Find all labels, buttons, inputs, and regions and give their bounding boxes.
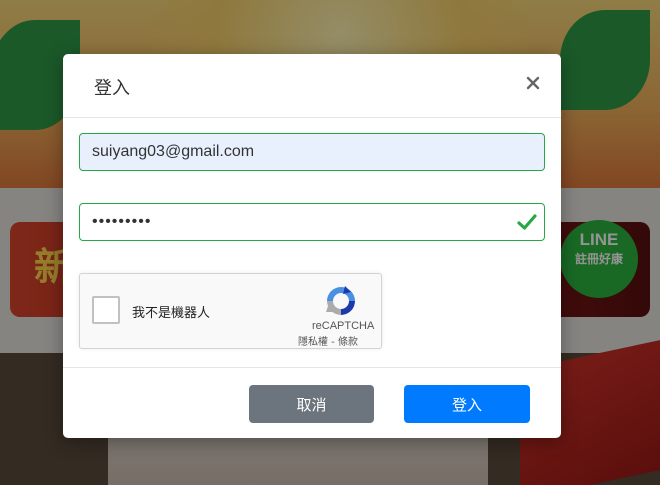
recaptcha-label: 我不是機器人 xyxy=(132,306,211,321)
modal-footer: 取消 登入 xyxy=(63,367,561,438)
password-field[interactable] xyxy=(79,203,545,241)
recaptcha-brand: reCAPTCHA xyxy=(312,320,375,332)
recaptcha-terms-link[interactable]: 隱私權 - 條款 xyxy=(298,333,358,348)
email-field[interactable] xyxy=(79,133,545,171)
close-icon xyxy=(526,76,540,90)
login-modal: 登入 我不是機器人 reCAPTCHA 隱私權 - 條款 取消 登入 xyxy=(63,54,561,438)
recaptcha-logo-icon xyxy=(326,286,355,315)
recaptcha-widget: 我不是機器人 reCAPTCHA 隱私權 - 條款 xyxy=(79,273,382,349)
recaptcha-checkbox[interactable] xyxy=(92,296,120,324)
check-icon xyxy=(517,214,537,230)
close-button[interactable] xyxy=(522,72,544,94)
cancel-button[interactable]: 取消 xyxy=(249,385,374,423)
modal-title: 登入 xyxy=(94,78,130,99)
modal-header: 登入 xyxy=(63,54,561,118)
login-button[interactable]: 登入 xyxy=(404,385,530,423)
